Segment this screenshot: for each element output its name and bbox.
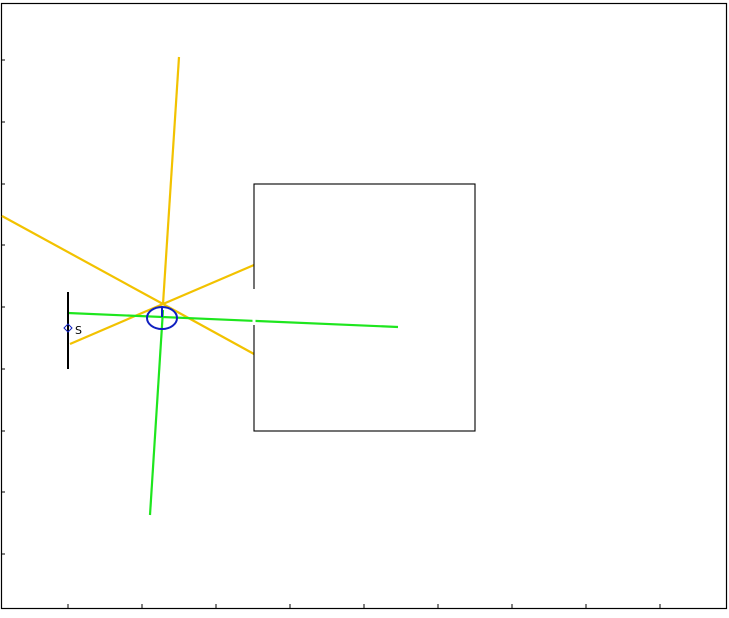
plot-frame	[0, 2, 728, 610]
scene-svg: S	[0, 2, 728, 610]
source-label: S	[75, 324, 82, 337]
simulation-canvas: S	[0, 0, 729, 614]
